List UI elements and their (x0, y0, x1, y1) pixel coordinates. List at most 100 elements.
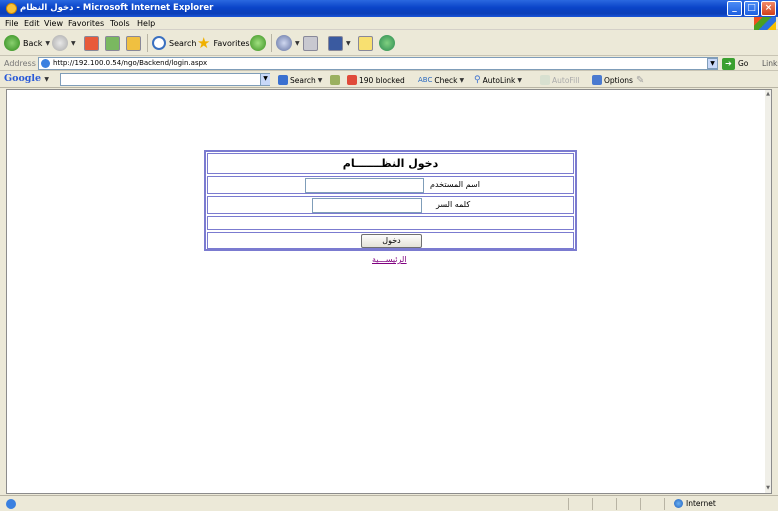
options-button[interactable]: Options (592, 74, 633, 86)
google-logo[interactable]: Google ▼ (4, 73, 49, 84)
google-g-icon (278, 75, 288, 85)
printer-icon (303, 35, 318, 51)
options-label: Options (604, 75, 633, 85)
address-input[interactable]: http://192.100.0.54/ngo/Backend/login.as… (38, 57, 718, 70)
status-divider (568, 498, 569, 510)
standard-toolbar: Back ▼ ▼ Search ★ Favorites ▼ ▼ (0, 30, 778, 56)
stop-button[interactable] (84, 33, 99, 53)
mail-button[interactable]: ▼ (276, 33, 300, 53)
toolbar-divider (271, 34, 272, 52)
google-toolbar: Google ▼ ▼ Search ▼ 190 blocked ABC Chec… (0, 71, 778, 88)
star-icon: ★ (197, 34, 211, 52)
folder-icon (358, 35, 373, 51)
globe-icon (674, 499, 683, 508)
google-search-input[interactable] (60, 73, 270, 86)
menu-tools[interactable]: Tools (110, 19, 130, 28)
home-icon (126, 35, 141, 51)
search-label: Search (169, 38, 197, 48)
address-bar: Address http://192.100.0.54/ngo/Backend/… (0, 56, 778, 71)
ie-icon (6, 3, 17, 14)
login-title-row: دخول النظـــــــام (207, 153, 574, 174)
address-label: Address (4, 59, 36, 68)
close-button[interactable]: × (761, 1, 776, 16)
maximize-button[interactable]: □ (744, 1, 759, 16)
pagerank-button[interactable] (330, 74, 340, 86)
browser-window: دخول النظام - Microsoft Internet Explore… (0, 0, 778, 511)
history-icon (250, 35, 266, 51)
print-button[interactable] (303, 33, 318, 53)
window-title: دخول النظام - Microsoft Internet Explore… (20, 3, 214, 13)
go-label: Go (738, 59, 749, 68)
vertical-scrollbar[interactable]: ▲ ▼ (765, 90, 771, 493)
refresh-button[interactable] (105, 33, 120, 53)
back-arrow-icon (4, 35, 20, 51)
chevron-down-icon: ▼ (517, 76, 522, 84)
discuss-button[interactable] (358, 33, 373, 53)
links-button[interactable]: Links (762, 59, 778, 68)
home-link[interactable]: الرئيســـية (372, 255, 407, 264)
password-row: كلمه السر (207, 196, 574, 214)
popup-blocked-count: 190 blocked (359, 75, 405, 85)
back-label: Back (23, 38, 43, 48)
scroll-down-icon[interactable]: ▼ (765, 485, 771, 492)
status-divider (640, 498, 641, 510)
autofill-button[interactable]: AutoFill (540, 74, 579, 86)
home-button[interactable] (126, 33, 141, 53)
forward-button[interactable]: ▼ (52, 33, 76, 53)
messenger-button[interactable] (379, 33, 395, 53)
back-button[interactable]: Back ▼ (4, 33, 50, 53)
messenger-icon (379, 35, 395, 51)
search-icon (152, 36, 166, 50)
minimize-button[interactable]: _ (727, 1, 742, 16)
google-search-dropdown[interactable]: ▼ (260, 74, 270, 85)
toolbar-divider (147, 34, 148, 52)
scroll-up-icon[interactable]: ▲ (765, 91, 771, 98)
username-row: اسم المستخدم (207, 176, 574, 194)
forward-arrow-icon (52, 35, 68, 51)
options-icon (592, 75, 602, 85)
username-field[interactable] (305, 178, 424, 193)
autofill-label: AutoFill (552, 75, 580, 85)
history-button[interactable] (250, 33, 266, 53)
autolink-button[interactable]: ⚲ AutoLink ▼ (474, 74, 522, 86)
password-label: كلمه السر (436, 200, 471, 209)
username-label: اسم المستخدم (430, 180, 480, 189)
password-field[interactable] (312, 198, 422, 213)
popup-blocker-button[interactable]: 190 blocked (347, 74, 405, 86)
menu-file[interactable]: File (5, 19, 18, 28)
page-status-icon (6, 499, 16, 509)
menu-view[interactable]: View (44, 19, 63, 28)
go-arrow-icon: ➔ (722, 57, 735, 70)
google-search-label: Search (290, 75, 316, 85)
windows-logo-icon (754, 17, 776, 30)
pencil-icon: ✎ (636, 74, 645, 86)
spellcheck-button[interactable]: ABC Check ▼ (418, 74, 464, 86)
stop-icon (84, 35, 99, 51)
page-content: دخول النظـــــــام اسم المستخدم كلمه الس… (6, 89, 772, 494)
search-button[interactable]: Search (152, 33, 196, 53)
go-button[interactable]: ➔ Go (722, 57, 748, 70)
google-search-button[interactable]: Search ▼ (278, 74, 322, 86)
address-url: http://192.100.0.54/ngo/Backend/login.as… (53, 59, 208, 67)
favorites-label: Favorites (213, 38, 250, 48)
magnifier-icon: ⚲ (474, 75, 481, 85)
login-button[interactable]: دخول (361, 234, 422, 248)
chevron-down-icon: ▼ (295, 39, 300, 47)
chevron-down-icon: ▼ (45, 39, 51, 47)
pagerank-icon (330, 75, 340, 85)
menu-favorites[interactable]: Favorites (68, 19, 104, 28)
edit-button[interactable]: ▼ (328, 33, 351, 53)
highlight-button[interactable]: ✎ (636, 74, 644, 86)
popup-blocker-icon (347, 75, 357, 85)
status-bar: Internet (0, 495, 778, 511)
address-dropdown-button[interactable]: ▼ (707, 58, 718, 69)
menu-help[interactable]: Help (137, 19, 155, 28)
menu-edit[interactable]: Edit (24, 19, 40, 28)
empty-row (207, 216, 574, 230)
favorites-button[interactable]: ★ Favorites (197, 33, 250, 53)
title-bar: دخول النظام - Microsoft Internet Explore… (0, 0, 778, 17)
spellcheck-icon: ABC (418, 76, 433, 84)
security-zone: Internet (674, 499, 716, 508)
chevron-down-icon: ▼ (71, 39, 76, 47)
autolink-label: AutoLink (482, 75, 516, 85)
